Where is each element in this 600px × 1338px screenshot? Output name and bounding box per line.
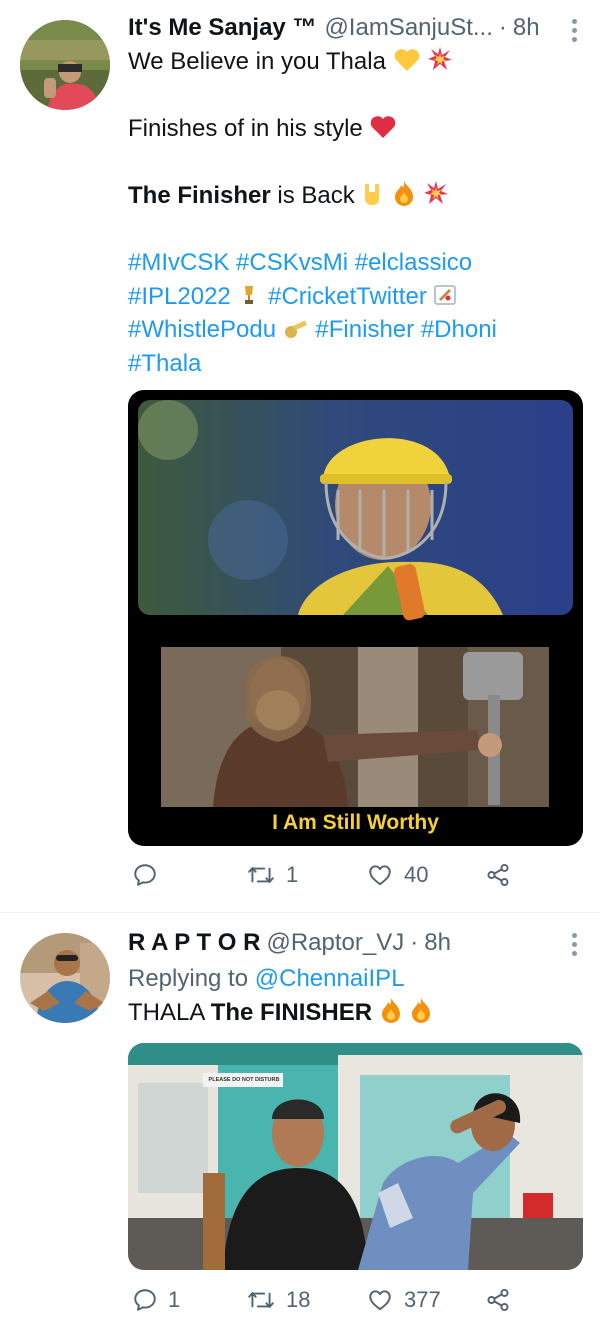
tweet-header: R A P T O R @Raptor_VJ · 8h [128, 929, 580, 957]
timestamp[interactable]: 8h [424, 929, 451, 957]
display-name[interactable]: R A P T O R [128, 929, 260, 957]
collision-icon [423, 181, 448, 204]
tweet-text-plain: THALA [128, 998, 211, 1026]
share-button[interactable] [484, 862, 512, 888]
hashtag-link[interactable]: #MIvCSK [128, 249, 229, 276]
more-options-icon[interactable] [570, 933, 578, 960]
hashtag-link[interactable]: #elclassico [355, 249, 472, 276]
tweet-line-3-bold: The Finisher [128, 182, 271, 209]
tweet-line-3-rest: is Back [270, 182, 355, 209]
speech-bubble-icon [134, 864, 156, 886]
cricket-bat-icon [434, 284, 457, 305]
rock-hand-icon [365, 184, 380, 205]
separator-dot: · [410, 929, 419, 956]
tweet-line-2: Finishes of in his style [128, 115, 363, 142]
hashtag-link[interactable]: #CricketTwitter [268, 283, 427, 310]
display-name[interactable]: It's Me Sanjay ™ [128, 14, 316, 42]
hashtag-link[interactable]: #Thala [128, 350, 201, 377]
meme-image [138, 400, 573, 807]
reply-button[interactable] [132, 862, 168, 888]
speech-bubble-icon [134, 1289, 156, 1311]
user-avatar[interactable] [20, 933, 110, 1023]
replying-to-link[interactable]: @ChennaiIPL [255, 965, 405, 992]
tweet-text: We Believe in you Thala Finishes of in h… [128, 45, 580, 380]
tweet-media-photo[interactable]: PLEASE DO NOT DISTURB [128, 1043, 583, 1270]
trophy-icon [245, 285, 254, 304]
more-options-icon[interactable] [570, 19, 578, 46]
tweet-text-bold: The FINISHER [210, 998, 373, 1026]
tweet-actions: 1 18 377 [128, 1287, 578, 1323]
tweet-text: Replying to @ChennaiIPL THALA The FINISH… [128, 962, 580, 1029]
user-avatar[interactable] [20, 20, 110, 110]
like-button[interactable]: 377 [366, 1287, 441, 1313]
hashtag-link[interactable]: #CSKvsMi [236, 249, 348, 276]
fire-icon [381, 997, 400, 1023]
do-not-disturb-sign: PLEASE DO NOT DISTURB [208, 1077, 280, 1083]
like-count: 40 [404, 862, 429, 887]
tweet-1[interactable]: It's Me Sanjay ™ @IamSanjuSt... · 8h We … [0, 0, 600, 912]
retweet-arrows-icon [248, 867, 274, 883]
user-handle[interactable]: @Raptor_VJ [266, 929, 404, 957]
retweet-count: 1 [286, 862, 299, 887]
tweet-actions: 1 40 [128, 862, 578, 898]
share-button[interactable] [484, 1287, 512, 1313]
replying-to-label: Replying to [128, 965, 255, 992]
heart-outline-icon [369, 865, 391, 886]
hashtag-link[interactable]: #IPL2022 [128, 283, 231, 310]
photo-image [128, 1043, 583, 1270]
reply-button[interactable]: 1 [132, 1287, 180, 1313]
share-nodes-icon [487, 1288, 509, 1312]
fire-icon [395, 181, 414, 206]
hashtag-link[interactable]: #WhistlePodu [128, 316, 276, 343]
retweet-count: 18 [286, 1287, 311, 1312]
separator-dot: · [498, 14, 507, 41]
fire-icon [412, 997, 431, 1023]
red-heart-icon [371, 116, 396, 138]
collision-icon [428, 47, 453, 70]
tweet-media-meme[interactable]: I Am Still Worthy [128, 390, 583, 846]
timestamp[interactable]: 8h [513, 14, 540, 42]
reply-count: 1 [168, 1287, 181, 1312]
like-button[interactable]: 40 [366, 862, 428, 888]
whistle-icon [284, 320, 307, 338]
share-nodes-icon [487, 863, 509, 887]
tweet-2[interactable]: R A P T O R @Raptor_VJ · 8h Replying to … [0, 913, 600, 1338]
like-count: 377 [404, 1287, 441, 1312]
tweet-header: It's Me Sanjay ™ @IamSanjuSt... · 8h [128, 14, 580, 42]
hashtag-link[interactable]: #Dhoni [421, 316, 497, 343]
user-handle[interactable]: @IamSanjuSt... [324, 14, 492, 42]
retweet-arrows-icon [248, 1292, 274, 1308]
retweet-button[interactable]: 1 [246, 862, 298, 888]
yellow-heart-icon [394, 49, 419, 71]
heart-outline-icon [369, 1290, 391, 1311]
hashtag-link[interactable]: #Finisher [315, 316, 414, 343]
tweet-line-1: We Believe in you Thala [128, 48, 386, 75]
retweet-button[interactable]: 18 [246, 1287, 310, 1313]
meme-caption: I Am Still Worthy [272, 811, 439, 834]
